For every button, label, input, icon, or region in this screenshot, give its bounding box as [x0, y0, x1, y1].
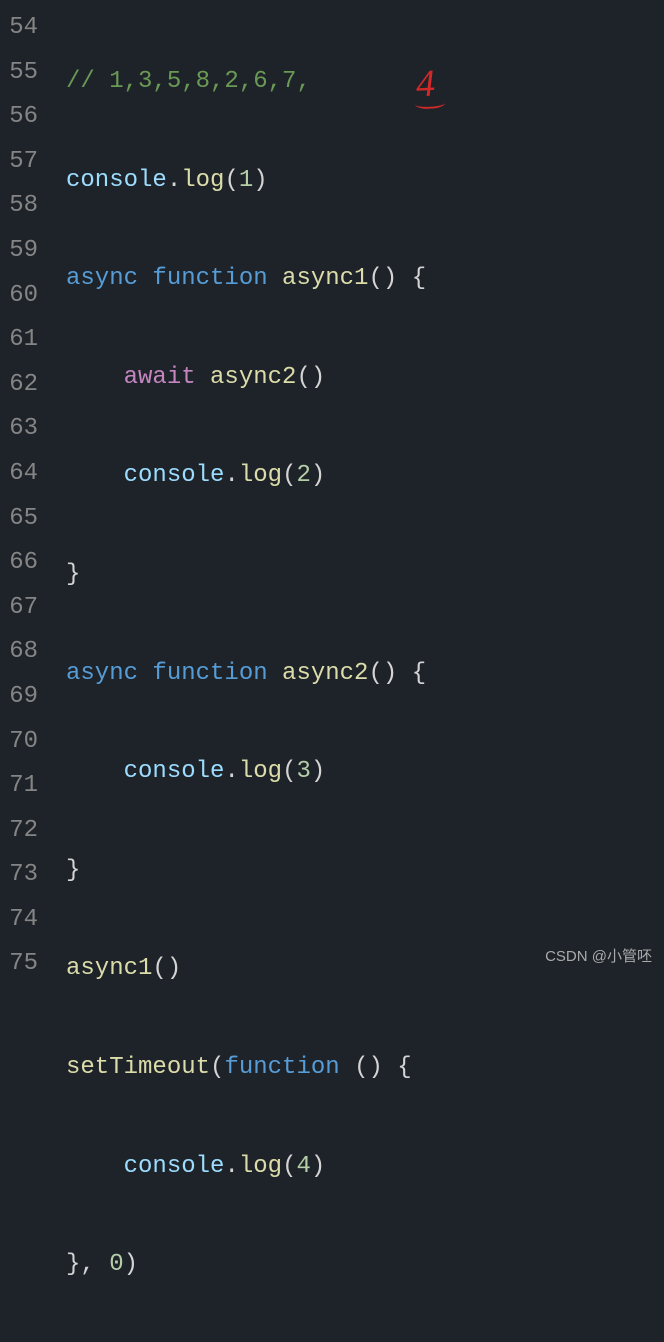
code-line[interactable]: async function async1() { — [66, 257, 664, 302]
line-number: 72 — [0, 809, 38, 854]
watermark: CSDN @小管呸 — [545, 945, 652, 966]
line-number: 70 — [0, 720, 38, 765]
code-line[interactable]: // 1,3,5,8,2,6,7, 4 — [66, 60, 664, 105]
code-line[interactable]: await async2() — [66, 356, 664, 401]
line-number: 55 — [0, 51, 38, 96]
code-line[interactable]: console.log(4) — [66, 1145, 664, 1190]
line-number: 64 — [0, 452, 38, 497]
line-number: 75 — [0, 942, 38, 987]
code-line[interactable]: console.log(3) — [66, 750, 664, 795]
line-number: 74 — [0, 898, 38, 943]
code-line[interactable]: }, 0) — [66, 1243, 664, 1288]
line-number: 73 — [0, 853, 38, 898]
line-number: 65 — [0, 497, 38, 542]
line-number: 71 — [0, 764, 38, 809]
line-number: 63 — [0, 407, 38, 452]
line-number: 54 — [0, 6, 38, 51]
line-number: 59 — [0, 229, 38, 274]
comment-text: 1,3,5,8,2,6,7, — [95, 68, 311, 95]
line-number: 62 — [0, 363, 38, 408]
line-number: 58 — [0, 184, 38, 229]
line-number-gutter: 54 55 56 57 58 59 60 61 62 63 64 65 66 6… — [0, 0, 50, 974]
code-line[interactable]: } — [66, 553, 664, 598]
line-number: 57 — [0, 140, 38, 185]
line-number: 68 — [0, 630, 38, 675]
code-editor[interactable]: 54 55 56 57 58 59 60 61 62 63 64 65 66 6… — [0, 0, 664, 974]
code-line[interactable]: console.log(1) — [66, 159, 664, 204]
line-number: 69 — [0, 675, 38, 720]
comment: // — [66, 68, 95, 95]
code-line[interactable]: async function async2() { — [66, 652, 664, 697]
code-line[interactable]: } — [66, 849, 664, 894]
line-number: 56 — [0, 95, 38, 140]
code-line[interactable]: console.log(2) — [66, 454, 664, 499]
line-number: 61 — [0, 318, 38, 363]
code-line[interactable]: setTimeout(function () { — [66, 1046, 664, 1091]
handwritten-annotation: 4 — [415, 62, 436, 108]
code-content[interactable]: // 1,3,5,8,2,6,7, 4 console.log(1) async … — [50, 0, 664, 974]
line-number: 66 — [0, 541, 38, 586]
line-number: 60 — [0, 274, 38, 319]
line-number: 67 — [0, 586, 38, 631]
